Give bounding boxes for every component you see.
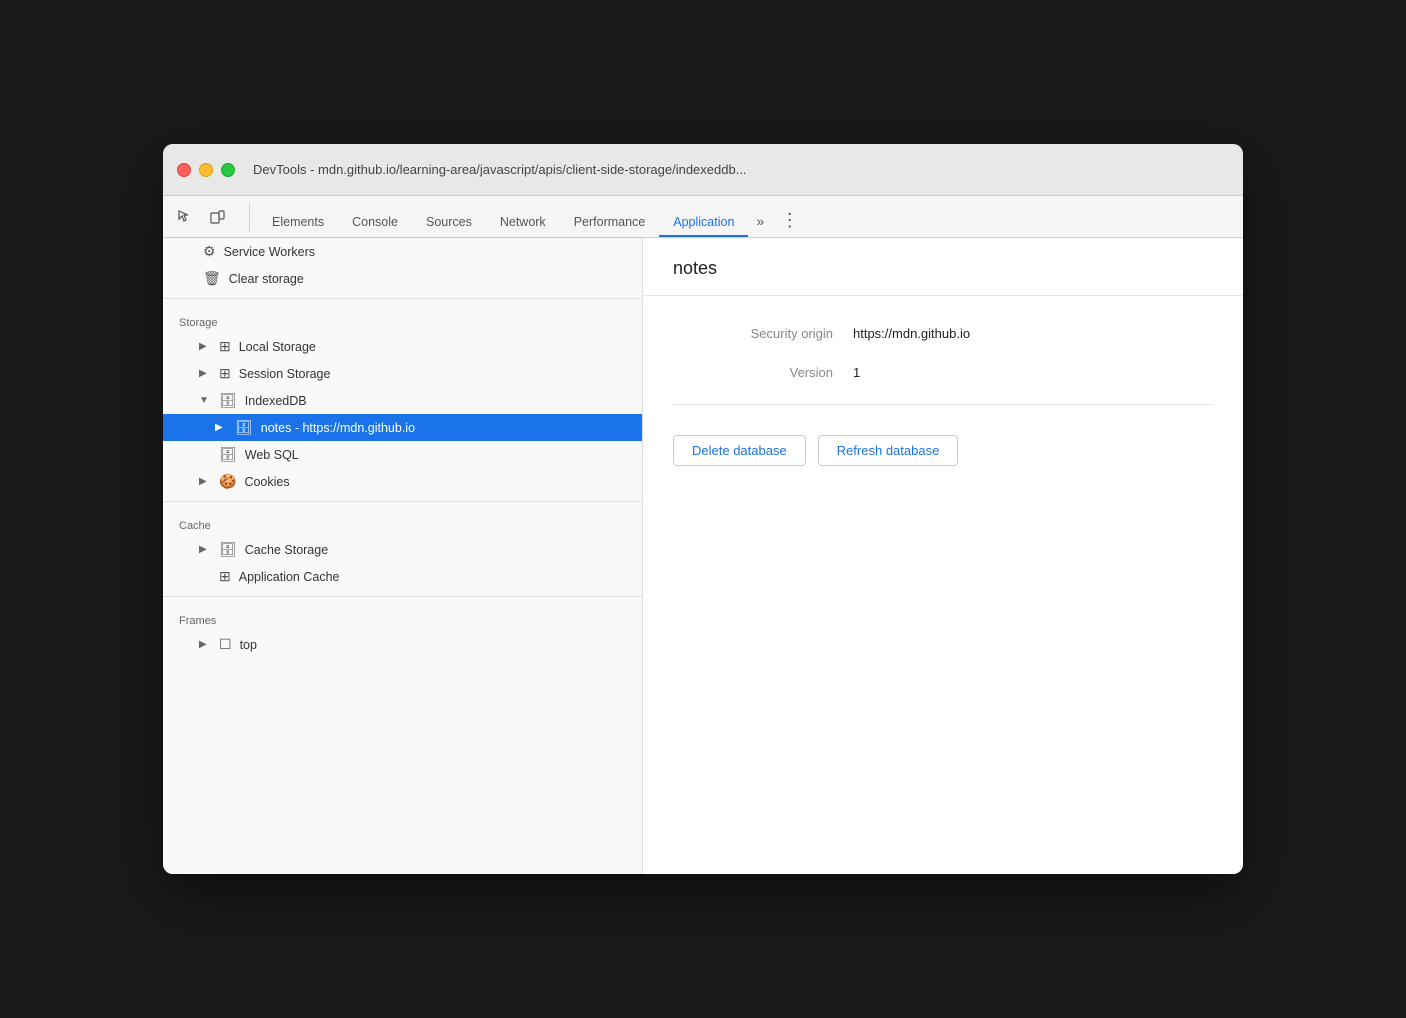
version-label: Version	[673, 365, 833, 380]
storage-section-label: Storage	[163, 305, 642, 333]
indexeddb-icon: 🗄	[219, 392, 237, 409]
delete-database-button[interactable]: Delete database	[673, 435, 806, 466]
toolbar: Elements Console Sources Network Perform…	[163, 196, 1243, 238]
security-origin-value: https://mdn.github.io	[853, 326, 970, 341]
sidebar-divider-2	[163, 501, 642, 502]
session-storage-icon: ⊞	[219, 365, 231, 382]
trash-icon: 🗑	[203, 270, 221, 287]
local-storage-label: Local Storage	[239, 340, 626, 354]
toolbar-separator	[249, 203, 250, 231]
tab-sources[interactable]: Sources	[412, 209, 486, 237]
service-workers-label: Service Workers	[224, 245, 626, 259]
inspect-icon	[177, 209, 193, 225]
sidebar-item-notes-db[interactable]: ▶ 🗄 notes - https://mdn.github.io	[163, 414, 642, 441]
session-storage-arrow: ▶	[199, 368, 211, 379]
cache-storage-icon: 🗄	[219, 541, 237, 558]
content-title: notes	[673, 258, 717, 278]
sidebar-item-clear-storage[interactable]: 🗑 Clear storage	[163, 265, 642, 292]
minimize-button[interactable]	[199, 163, 213, 177]
tab-elements[interactable]: Elements	[258, 209, 338, 237]
tab-performance[interactable]: Performance	[560, 209, 660, 237]
sidebar-divider-3	[163, 596, 642, 597]
sidebar-item-indexeddb[interactable]: ▼ 🗄 IndexedDB	[163, 387, 642, 414]
maximize-button[interactable]	[221, 163, 235, 177]
devtools-menu-button[interactable]: ⋮	[776, 209, 804, 237]
tab-application[interactable]: Application	[659, 209, 748, 237]
security-origin-row: Security origin https://mdn.github.io	[673, 326, 1213, 341]
sidebar-item-web-sql[interactable]: 🗄 Web SQL	[163, 441, 642, 468]
devtools-window: DevTools - mdn.github.io/learning-area/j…	[163, 144, 1243, 874]
version-value: 1	[853, 365, 860, 380]
cookies-label: Cookies	[244, 475, 626, 489]
traffic-lights	[177, 163, 235, 177]
sidebar-item-session-storage[interactable]: ▶ ⊞ Session Storage	[163, 360, 642, 387]
cache-storage-arrow: ▶	[199, 544, 211, 555]
device-icon	[209, 209, 225, 225]
top-arrow: ▶	[199, 639, 211, 650]
tab-console[interactable]: Console	[338, 209, 412, 237]
cookies-arrow: ▶	[199, 476, 211, 487]
close-button[interactable]	[177, 163, 191, 177]
app-cache-icon: ⊞	[219, 568, 231, 585]
local-storage-icon: ⊞	[219, 338, 231, 355]
top-label: top	[240, 638, 626, 652]
sidebar-item-top[interactable]: ▶ ☐ top	[163, 631, 642, 658]
frames-section-label: Frames	[163, 603, 642, 631]
cookies-icon: 🍪	[219, 473, 236, 490]
indexeddb-label: IndexedDB	[245, 394, 626, 408]
sidebar-item-cache-storage[interactable]: ▶ 🗄 Cache Storage	[163, 536, 642, 563]
security-origin-label: Security origin	[673, 326, 833, 341]
indexeddb-arrow: ▼	[199, 395, 211, 406]
web-sql-icon: 🗄	[219, 446, 237, 463]
content-body: Security origin https://mdn.github.io Ve…	[643, 296, 1243, 874]
content-divider	[673, 404, 1213, 405]
sidebar: ⚙ Service Workers 🗑 Clear storage Storag…	[163, 238, 643, 874]
device-toggle-button[interactable]	[203, 203, 231, 231]
app-cache-label: Application Cache	[239, 570, 626, 584]
service-workers-icon: ⚙	[203, 243, 216, 260]
toolbar-icons	[171, 203, 231, 237]
sidebar-divider-1	[163, 298, 642, 299]
content-header: notes	[643, 238, 1243, 296]
cache-storage-label: Cache Storage	[245, 543, 626, 557]
notes-db-icon: 🗄	[235, 419, 253, 436]
cache-section-label: Cache	[163, 508, 642, 536]
inspect-element-button[interactable]	[171, 203, 199, 231]
tab-network[interactable]: Network	[486, 209, 560, 237]
version-row: Version 1	[673, 365, 1213, 380]
clear-storage-label: Clear storage	[229, 272, 626, 286]
notes-arrow: ▶	[215, 422, 227, 433]
notes-db-label: notes - https://mdn.github.io	[261, 421, 626, 435]
actions-row: Delete database Refresh database	[673, 435, 1213, 466]
content-panel: notes Security origin https://mdn.github…	[643, 238, 1243, 874]
sidebar-item-app-cache[interactable]: ⊞ Application Cache	[163, 563, 642, 590]
window-title: DevTools - mdn.github.io/learning-area/j…	[253, 162, 747, 177]
web-sql-label: Web SQL	[245, 448, 626, 462]
frame-icon: ☐	[219, 636, 232, 653]
titlebar: DevTools - mdn.github.io/learning-area/j…	[163, 144, 1243, 196]
menu-dots-icon: ⋮	[781, 210, 800, 231]
sidebar-item-cookies[interactable]: ▶ 🍪 Cookies	[163, 468, 642, 495]
sidebar-item-local-storage[interactable]: ▶ ⊞ Local Storage	[163, 333, 642, 360]
more-tabs-button[interactable]: »	[748, 207, 772, 237]
refresh-database-button[interactable]: Refresh database	[818, 435, 959, 466]
sidebar-item-service-workers[interactable]: ⚙ Service Workers	[163, 238, 642, 265]
local-storage-arrow: ▶	[199, 341, 211, 352]
session-storage-label: Session Storage	[239, 367, 626, 381]
main-area: ⚙ Service Workers 🗑 Clear storage Storag…	[163, 238, 1243, 874]
